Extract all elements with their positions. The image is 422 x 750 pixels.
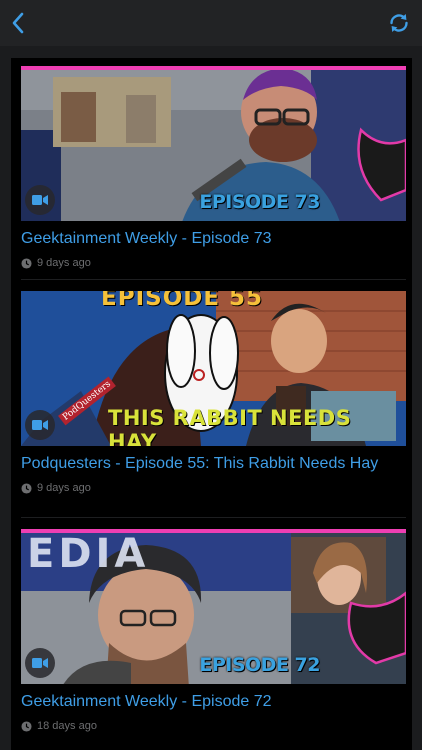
- clock-icon: [21, 720, 32, 732]
- posted-time: 9 days ago: [37, 257, 91, 269]
- video-meta: 18 days ago: [21, 720, 406, 732]
- video-meta: 9 days ago: [21, 257, 406, 269]
- video-meta: 9 days ago: [21, 482, 406, 494]
- chevron-left-icon: [12, 12, 24, 34]
- episode-overlay: EPISODE 55: [101, 291, 264, 311]
- title-overlay: THIS RABBIT NEEDS HAY: [108, 406, 352, 446]
- divider: [21, 279, 406, 280]
- video-type-indicator: [25, 410, 55, 440]
- video-type-indicator: [25, 185, 55, 215]
- episode-badge: EPISODE 73: [199, 191, 320, 213]
- clock-icon: [21, 482, 32, 494]
- clock-icon: [21, 257, 32, 269]
- video-thumbnail[interactable]: EDIA EPISODE 72: [21, 529, 406, 684]
- video-camera-icon: [32, 195, 48, 205]
- video-title[interactable]: Geektainment Weekly - Episode 73: [21, 229, 406, 249]
- video-thumbnail[interactable]: EPISODE 55 THIS RABBIT NEEDS HAY PodQues…: [21, 291, 406, 446]
- back-button[interactable]: [4, 8, 32, 38]
- video-card[interactable]: EPISODE 55 THIS RABBIT NEEDS HAY PodQues…: [21, 291, 406, 494]
- refresh-button[interactable]: [384, 8, 414, 38]
- backdrop-lettering: EDIA: [27, 531, 150, 577]
- video-camera-icon: [32, 658, 48, 668]
- posted-time: 18 days ago: [37, 720, 97, 732]
- posted-time: 9 days ago: [37, 482, 91, 494]
- refresh-icon: [390, 14, 408, 32]
- video-feed[interactable]: EPISODE 73 Geektainment Weekly - Episode…: [11, 58, 412, 750]
- video-card[interactable]: EPISODE 73 Geektainment Weekly - Episode…: [21, 66, 406, 269]
- divider: [21, 517, 406, 518]
- video-type-indicator: [25, 648, 55, 678]
- video-thumbnail[interactable]: EPISODE 73: [21, 66, 406, 221]
- episode-badge: EPISODE 72: [199, 654, 320, 676]
- video-card[interactable]: EDIA EPISODE 72 Geektainment Weekly - Ep…: [21, 529, 406, 732]
- video-camera-icon: [32, 420, 48, 430]
- video-title[interactable]: Podquesters - Episode 55: This Rabbit Ne…: [21, 454, 406, 474]
- video-title[interactable]: Geektainment Weekly - Episode 72: [21, 692, 406, 712]
- top-bar: [0, 0, 422, 46]
